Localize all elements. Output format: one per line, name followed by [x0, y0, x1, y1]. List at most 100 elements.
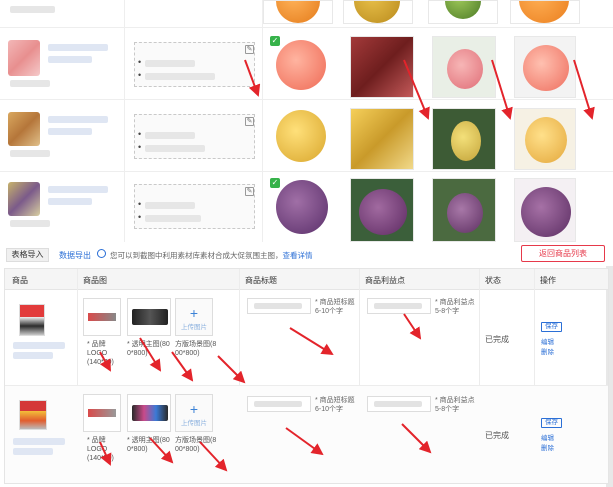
upload-image-button[interactable]: + 上传图片: [175, 298, 213, 336]
transparent-main-image[interactable]: [127, 298, 171, 336]
edit-icon[interactable]: ✎: [245, 45, 254, 54]
status-text: 已完成: [485, 431, 509, 440]
radio-icon[interactable]: [97, 249, 106, 258]
blurred-text: [10, 150, 50, 157]
selling-hint: * 商品利益点 5-8个字: [435, 397, 475, 413]
fruit-shape: [276, 1, 320, 23]
fruit-shape: [447, 49, 483, 89]
logo-caption: * 品牌LOGO (140*70): [87, 437, 114, 462]
product-thumbnail: [8, 40, 40, 76]
title-hint: * 商品短标题 6-10个字: [315, 397, 355, 413]
blurred-text: [10, 80, 50, 87]
selling-point-input[interactable]: [367, 298, 431, 314]
import-button[interactable]: 表格导入: [6, 248, 49, 262]
plus-icon: +: [189, 401, 199, 417]
fruit-image[interactable]: [432, 36, 496, 98]
bullet: •: [138, 57, 142, 67]
table-row: L ✎ • • ✓ ✓ ✓ ✓: [0, 172, 613, 242]
blurred-text: [145, 145, 205, 152]
fruit-shape: [523, 45, 569, 91]
top-product-list: ✓ ✎ • • ✓ ✓ ✓ ✓: [0, 0, 613, 242]
fruit-image[interactable]: [276, 110, 326, 162]
blurred-text: [374, 401, 422, 407]
fruit-image[interactable]: [276, 180, 328, 234]
title-input[interactable]: [247, 298, 311, 314]
blurred-text: [48, 128, 92, 135]
fruit-image[interactable]: [514, 178, 576, 242]
fruit-image[interactable]: [263, 0, 333, 24]
blurred-text: [48, 116, 108, 123]
header-images: 商品图: [83, 276, 107, 285]
bullet: •: [138, 129, 142, 139]
edit-link[interactable]: 编辑: [541, 336, 554, 346]
blurred-text: [145, 60, 195, 67]
blurred-text: [13, 342, 65, 349]
fruit-image[interactable]: [276, 40, 326, 90]
blurred-text: [374, 303, 422, 309]
fruit-shape: [519, 1, 569, 23]
upload-label: 上传图片: [181, 420, 207, 427]
blurred-text: [145, 215, 201, 222]
export-link[interactable]: 数据导出: [59, 250, 91, 261]
radio-text: 您可以到截图中利用素材库素材合成大促氛围主图，: [110, 251, 283, 260]
blurred-text: [145, 73, 215, 80]
status-text: 已完成: [485, 335, 509, 344]
edit-link[interactable]: 编辑: [541, 432, 554, 442]
fruit-image[interactable]: [343, 0, 413, 24]
blurred-text: [13, 352, 53, 359]
table-row: + 上传图片 * 品牌LOGO (140*70) * 透明主图(80 0*800…: [5, 290, 608, 386]
fruit-image[interactable]: [432, 108, 496, 170]
blurred-text: [48, 198, 92, 205]
check-icon[interactable]: ✓: [270, 178, 280, 188]
blurred-text: [48, 56, 92, 63]
table-row: [0, 0, 613, 28]
product-thumbnail: [8, 182, 40, 216]
product-thumbnail: [19, 304, 45, 336]
details-link[interactable]: 查看详情: [283, 251, 313, 260]
check-icon[interactable]: ✓: [270, 36, 280, 46]
fruit-image[interactable]: [514, 36, 576, 98]
fruit-image[interactable]: [428, 0, 498, 24]
header-status: 状态: [485, 276, 501, 285]
fruit-image[interactable]: [510, 0, 580, 24]
selling-point-input[interactable]: [367, 396, 431, 412]
back-to-list-button[interactable]: 返回商品列表: [521, 245, 605, 262]
blurred-text: [48, 186, 108, 193]
tag-box: ✎ • •: [134, 184, 255, 229]
logo-caption: * 品牌LOGO (140*70): [87, 341, 114, 366]
main-image-caption: * 透明主图(80 0*800): [127, 341, 170, 357]
bullet: •: [138, 212, 142, 222]
header-actions: 操作: [540, 276, 556, 285]
header-title: 商品标题: [245, 276, 277, 285]
blurred-text: [254, 401, 302, 407]
fruit-image[interactable]: [350, 36, 414, 98]
edit-icon[interactable]: ✎: [245, 187, 254, 196]
save-button[interactable]: 保存: [541, 322, 562, 332]
blurred-text: [254, 303, 302, 309]
bullet: •: [138, 70, 142, 80]
delete-link[interactable]: 删除: [541, 442, 554, 452]
title-hint: * 商品短标题 6-10个字: [315, 299, 355, 315]
scene-image-caption: 方版场景图(8 00*800): [175, 341, 217, 357]
logo-image[interactable]: [83, 394, 121, 432]
fruit-image[interactable]: [514, 108, 576, 170]
product-shape: [132, 309, 168, 325]
fruit-shape: [445, 1, 481, 19]
table-row: ✓ ✎ • • ✓ ✓ ✓ ✓: [0, 28, 613, 100]
product-table: 商品 商品图 商品标题 商品利益点 状态 操作 + 上传图片 * 品牌LOGO …: [4, 268, 609, 484]
bullet: •: [138, 142, 142, 152]
fruit-image[interactable]: [432, 178, 496, 242]
fruit-image[interactable]: [350, 178, 414, 242]
fruit-image[interactable]: [350, 108, 414, 170]
save-button[interactable]: 保存: [541, 418, 562, 428]
upload-image-button[interactable]: + 上传图片: [175, 394, 213, 432]
edit-icon[interactable]: ✎: [245, 117, 254, 126]
tag-box: ✎ • •: [134, 42, 255, 87]
logo-image[interactable]: [83, 298, 121, 336]
delete-link[interactable]: 删除: [541, 346, 554, 356]
blurred-text: [145, 132, 195, 139]
logo-shape: [88, 313, 116, 321]
transparent-main-image[interactable]: [127, 394, 171, 432]
title-input[interactable]: [247, 396, 311, 412]
product-thumbnail: [8, 112, 40, 146]
